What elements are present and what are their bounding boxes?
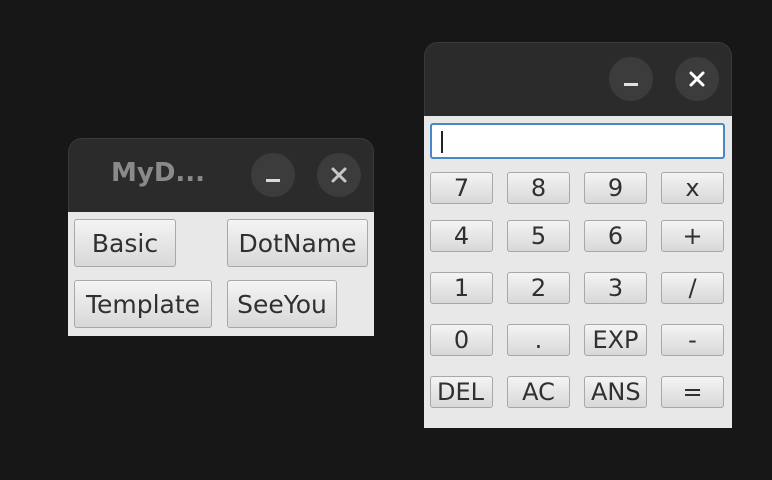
close-icon [331,167,347,183]
key-0[interactable]: 0 [430,324,493,356]
key-equals[interactable]: = [661,376,724,408]
close-button[interactable] [675,57,719,101]
key-8[interactable]: 8 [507,172,570,204]
key-6[interactable]: 6 [584,220,647,252]
key-7[interactable]: 7 [430,172,493,204]
mydialog-window: MyD... Basic DotName Template SeeYou [68,138,374,336]
text-caret [441,131,443,153]
template-button[interactable]: Template [74,280,212,328]
key-plus[interactable]: + [661,220,724,252]
key-ans[interactable]: ANS [584,376,647,408]
key-del[interactable]: DEL [430,376,493,408]
close-icon [689,71,705,87]
key-minus[interactable]: - [661,324,724,356]
minimize-icon [266,179,280,182]
seeyou-button[interactable]: SeeYou [227,280,337,328]
key-3[interactable]: 3 [584,272,647,304]
dotname-button[interactable]: DotName [227,219,368,267]
key-multiply[interactable]: x [661,172,724,204]
key-1[interactable]: 1 [430,272,493,304]
calculator-content: 7 8 9 x 4 5 6 + 1 2 3 / 0 . EXP - DEL AC… [424,116,732,428]
calc-display-input[interactable] [430,123,725,159]
key-divide[interactable]: / [661,272,724,304]
key-9[interactable]: 9 [584,172,647,204]
key-ac[interactable]: AC [507,376,570,408]
title-bar[interactable]: MyD... [68,138,374,212]
key-5[interactable]: 5 [507,220,570,252]
calculator-window: 7 8 9 x 4 5 6 + 1 2 3 / 0 . EXP - DEL AC… [424,42,732,428]
minimize-icon [624,83,638,86]
key-decimal[interactable]: . [507,324,570,356]
dialog-content: Basic DotName Template SeeYou [68,212,374,336]
window-title: MyD... [111,158,206,188]
basic-button[interactable]: Basic [74,219,176,267]
close-button[interactable] [317,153,361,197]
minimize-button[interactable] [251,153,295,197]
minimize-button[interactable] [609,57,653,101]
key-4[interactable]: 4 [430,220,493,252]
key-2[interactable]: 2 [507,272,570,304]
key-exp[interactable]: EXP [584,324,647,356]
title-bar[interactable] [424,42,732,116]
